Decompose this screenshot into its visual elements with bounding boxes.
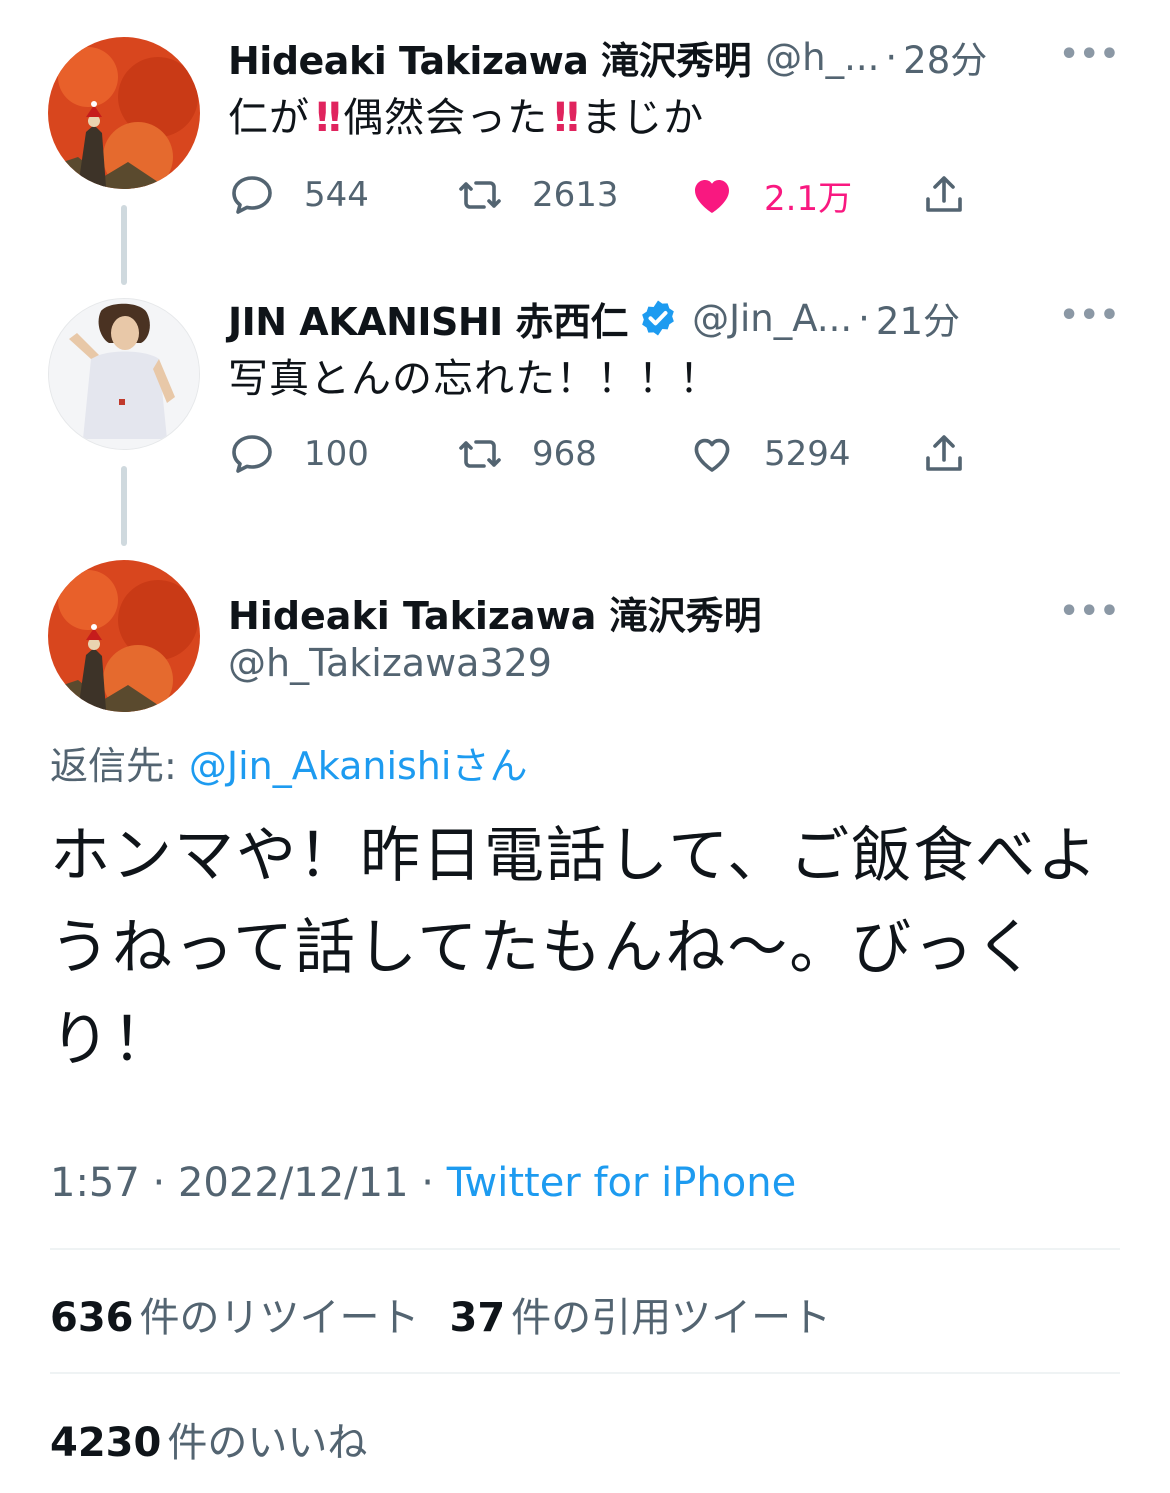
quote-label: 件の引用ツイート (511, 1295, 832, 1341)
tweet-time[interactable]: 21分 (876, 291, 960, 345)
more-icon[interactable]: ••• (1059, 298, 1120, 333)
reply-icon (232, 176, 272, 214)
double-exclamation-icon: ‼ (554, 95, 579, 141)
tweet-header: Hideaki Takizawa 滝沢秀明 @h_... · 28分 (228, 30, 1130, 84)
tweet-time[interactable]: 28分 (903, 30, 987, 84)
like-count: 5294 (764, 434, 851, 474)
retweets-stat[interactable]: 636 件のリツイート (50, 1285, 420, 1343)
user-handle[interactable]: @Jin_A... (692, 297, 852, 340)
tweet-actions: 100 968 5294 (228, 424, 1130, 484)
reply-icon (232, 435, 272, 473)
engagement-stats: 636 件のリツイート 37 件の引用ツイート (50, 1285, 831, 1343)
share-button[interactable] (920, 424, 996, 484)
like-total: 4230 (50, 1420, 162, 1466)
tweet-text: 仁が ‼ 偶然会った ‼ まじか (228, 85, 704, 143)
retweet-total: 636 (50, 1295, 134, 1341)
retweet-label: 件のリツイート (139, 1295, 420, 1341)
tweet-time: 1:57 (50, 1160, 140, 1206)
reply-button[interactable]: 100 (228, 424, 369, 484)
display-name[interactable]: Hideaki Takizawa 滝沢秀明 (228, 585, 762, 640)
retweet-icon (459, 181, 501, 209)
double-exclamation-icon: ‼ (316, 95, 341, 141)
retweet-button[interactable]: 2613 (456, 165, 619, 225)
reply-count: 100 (304, 434, 369, 474)
reply-to-suffix: さん (451, 744, 528, 788)
divider (50, 1248, 1120, 1250)
display-name[interactable]: Hideaki Takizawa 滝沢秀明 (228, 30, 752, 85)
like-button[interactable]: 5294 (688, 424, 851, 484)
share-button[interactable] (920, 165, 996, 225)
share-icon (926, 176, 962, 212)
retweet-icon (459, 440, 501, 468)
tweet-actions: 544 2613 2.1万 (228, 165, 1130, 225)
tweet-text-part: まじか (581, 95, 705, 141)
tweet-text-part: 偶然会った (343, 95, 549, 141)
verified-badge-icon (642, 300, 674, 336)
tweet[interactable]: JIN AKANISHI 赤西仁 @Jin_A... · 21分 ••• 写真と… (228, 294, 1130, 484)
thread-line (121, 205, 127, 285)
separator-dot: · (885, 35, 898, 79)
tweet-meta: 1:57 · 2022/12/11 · Twitter for iPhone (50, 1160, 796, 1206)
like-count: 2.1万 (764, 178, 853, 219)
like-icon (694, 438, 730, 472)
display-name[interactable]: JIN AKANISHI 赤西仁 (228, 291, 629, 346)
tweet-text: 写真とんの忘れた！！！！ (228, 356, 720, 402)
retweet-count: 968 (532, 434, 597, 474)
tweet[interactable]: Hideaki Takizawa 滝沢秀明 @h_... · 28分 ••• 仁… (228, 33, 1130, 223)
quote-total: 37 (449, 1295, 506, 1341)
user-handle[interactable]: @h_Takizawa329 (228, 641, 552, 685)
like-icon (695, 180, 729, 213)
quotes-stat[interactable]: 37 件の引用ツイート (450, 1285, 832, 1343)
avatar[interactable] (48, 560, 200, 712)
avatar[interactable] (48, 298, 200, 450)
user-handle[interactable]: @h_... (765, 36, 879, 79)
thread-line (121, 466, 127, 546)
separator-dot: · (139, 1160, 178, 1206)
separator-dot: · (858, 296, 870, 340)
tweet-date: 2022/12/11 (177, 1160, 409, 1206)
like-label: 件のいいね (167, 1420, 368, 1466)
tweet-text-part: 仁が (228, 95, 310, 141)
reply-count: 544 (304, 175, 369, 215)
share-icon (926, 435, 962, 471)
avatar[interactable] (48, 37, 200, 189)
mention-link[interactable]: @Jin_Akanishi (189, 744, 452, 788)
retweet-button[interactable]: 968 (456, 424, 597, 484)
likes-stat[interactable]: 4230 件のいいね (50, 1410, 367, 1468)
tweet-body: ホンマや！昨日電話して、ご飯食べようねって話してたもんね〜。びっくり！ (50, 821, 1100, 1075)
separator-dot: · (408, 1160, 447, 1206)
reply-button[interactable]: 544 (228, 165, 369, 225)
more-icon[interactable]: ••• (1059, 37, 1120, 72)
source-link[interactable]: Twitter for iPhone (447, 1160, 797, 1206)
reply-to: 返信先: @Jin_Akanishiさん (50, 735, 527, 790)
retweet-count: 2613 (532, 175, 619, 215)
like-button[interactable]: 2.1万 (688, 165, 852, 225)
divider (50, 1372, 1120, 1374)
reply-to-label: 返信先: (50, 744, 189, 788)
tweet-header: JIN AKANISHI 赤西仁 @Jin_A... · 21分 (228, 291, 1130, 345)
more-icon[interactable]: ••• (1059, 594, 1120, 629)
